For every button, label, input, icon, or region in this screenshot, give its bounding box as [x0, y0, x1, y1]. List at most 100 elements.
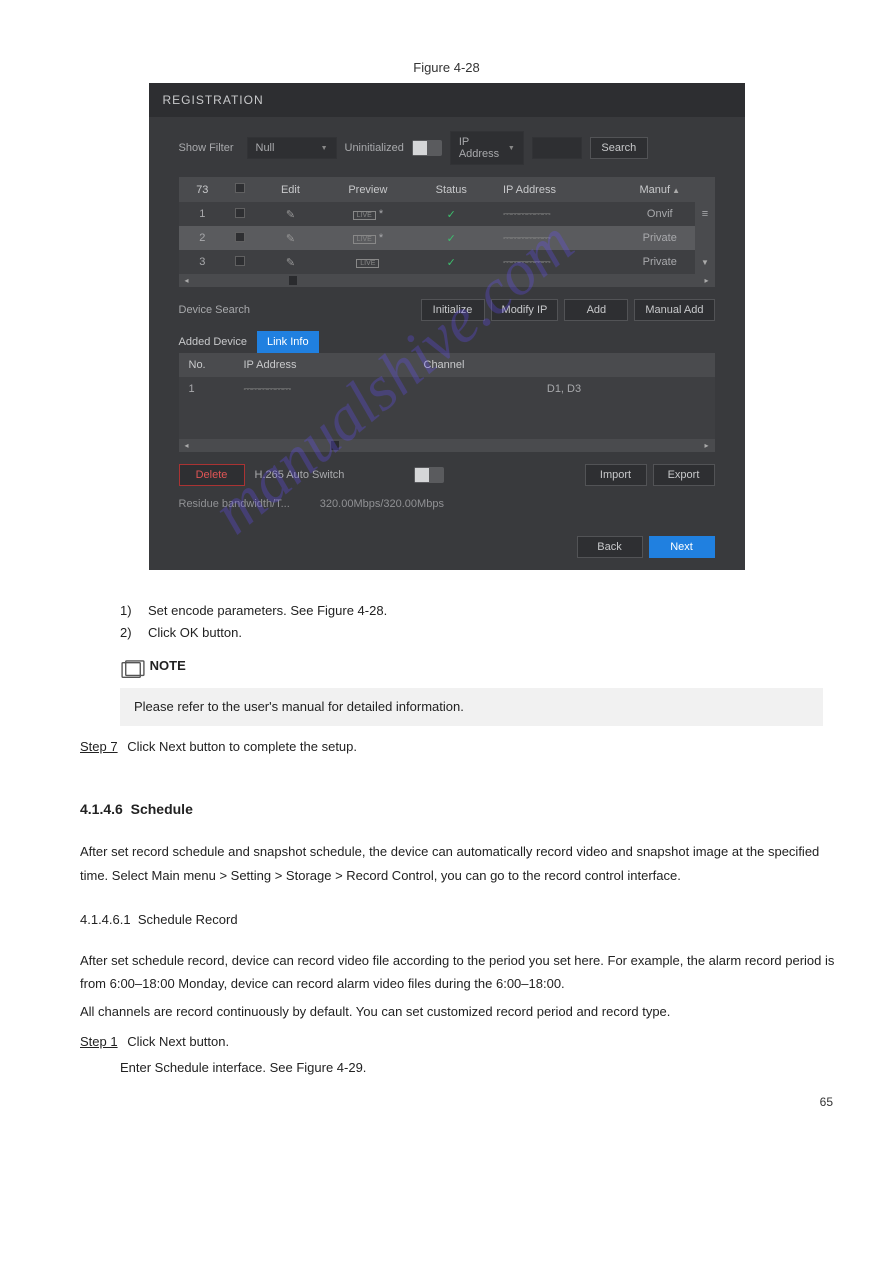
horizontal-scrollbar[interactable]: ◂ ▸	[179, 439, 715, 452]
horizontal-scrollbar[interactable]: ◂ ▸	[179, 274, 715, 287]
bottom-row: Delete H.265 Auto Switch Import Export	[179, 464, 715, 486]
next-button[interactable]: Next	[649, 536, 715, 558]
channel-value: D1, D3	[414, 377, 715, 401]
substep-num: 2)	[120, 622, 138, 644]
page-number: 65	[820, 1095, 833, 1109]
bandwidth-label: Residue bandwidth/T...	[179, 498, 290, 510]
tabs: Added Device Link Info	[179, 331, 715, 353]
export-button[interactable]: Export	[653, 464, 715, 486]
import-button[interactable]: Import	[585, 464, 647, 486]
scroll-hamburger-icon: ≡	[695, 202, 714, 226]
uninitialized-label: Uninitialized	[345, 142, 404, 154]
col-status: Status	[410, 177, 493, 202]
scroll-thumb[interactable]	[331, 441, 339, 450]
note-body: Please refer to the user's manual for de…	[120, 688, 823, 726]
scroll-thumb[interactable]	[289, 276, 297, 285]
manuf-value: Private	[624, 226, 695, 250]
tab-added-device[interactable]: Added Device	[179, 331, 258, 353]
device-table: 73 Edit Preview Status IP Address Manuf▲	[179, 177, 715, 287]
scroll-col-top	[695, 177, 714, 202]
uninitialized-toggle[interactable]	[412, 140, 442, 156]
no-value: 1	[179, 377, 234, 401]
modify-ip-button[interactable]: Modify IP	[491, 299, 559, 321]
chevron-down-icon: ▼	[321, 145, 328, 152]
star-icon: *	[379, 232, 383, 244]
search-input[interactable]	[532, 137, 582, 159]
live-badge: LIVE	[353, 211, 376, 220]
device-search-label[interactable]: Device Search	[179, 304, 251, 316]
table-row[interactable]: 3 ✎ LIVE ✓ ⎓⎓⎓⎓⎓⎓ Private ▼	[179, 250, 715, 274]
ip-value: ⎓⎓⎓⎓⎓⎓	[503, 231, 550, 244]
add-button[interactable]: Add	[564, 299, 628, 321]
edit-icon[interactable]: ✎	[286, 256, 295, 269]
registration-dialog: REGISTRATION Show Filter Null ▼ Uninitia…	[149, 83, 745, 570]
scroll-left-icon: ◂	[185, 441, 189, 450]
figure-caption: Figure 4-28	[50, 60, 843, 75]
search-button[interactable]: Search	[590, 137, 648, 159]
col-channel: Channel	[414, 353, 715, 377]
star-icon: *	[379, 208, 383, 220]
manual-add-button[interactable]: Manual Add	[634, 299, 714, 321]
step7-text: Click Next button to complete the setup.	[127, 739, 357, 754]
ip-value: ⎓⎓⎓⎓⎓⎓	[503, 207, 550, 220]
scroll-down-icon: ▼	[701, 258, 709, 267]
row-num: 2	[179, 226, 227, 250]
footer-row: Back Next	[149, 526, 745, 570]
edit-icon[interactable]: ✎	[286, 208, 295, 221]
row-num: 3	[179, 250, 227, 274]
table-row[interactable]: 1 ✎ LIVE * ✓ ⎓⎓⎓⎓⎓⎓ Onvif ≡	[179, 202, 715, 226]
scroll-right-icon: ▸	[704, 276, 708, 285]
doc-text: 1) Set encode parameters. See Figure 4-2…	[50, 600, 843, 1079]
filter-select[interactable]: Null ▼	[247, 137, 337, 159]
substep-text: Click OK button.	[148, 622, 242, 644]
substep-text: Set encode parameters. See Figure 4-28.	[148, 600, 387, 622]
col-edit: Edit	[255, 177, 326, 202]
ip-address-select-value: IP Address	[459, 136, 508, 160]
col-manuf: Manuf▲	[624, 177, 695, 202]
subsection-body2: All channels are record continuously by …	[80, 1000, 843, 1023]
action-row: Device Search Initialize Modify IP Add M…	[179, 299, 715, 321]
h265-label: H.265 Auto Switch	[255, 469, 345, 481]
checkbox-icon[interactable]	[235, 183, 245, 193]
col-ip: IP Address	[493, 177, 624, 202]
row-num: 1	[179, 202, 227, 226]
sort-caret-icon: ▲	[672, 186, 680, 195]
live-badge: LIVE	[353, 235, 376, 244]
check-icon: ✓	[447, 233, 456, 245]
subsection-heading: 4.1.4.6.1 Schedule Record	[80, 909, 843, 931]
checkbox-icon[interactable]	[235, 232, 245, 242]
edit-icon[interactable]: ✎	[286, 232, 295, 245]
checkbox-icon[interactable]	[235, 256, 245, 266]
scroll-right-icon: ▸	[704, 441, 708, 450]
sub-step1-body: Enter Schedule interface. See Figure 4-2…	[120, 1057, 843, 1079]
manuf-value: Onvif	[624, 202, 695, 226]
h265-toggle[interactable]	[414, 467, 444, 483]
bandwidth-row: Residue bandwidth/T... 320.00Mbps/320.00…	[179, 498, 715, 510]
note-icon	[120, 660, 146, 682]
check-icon: ✓	[447, 257, 456, 269]
table-row[interactable]: 2 ✎ LIVE * ✓ ⎓⎓⎓⎓⎓⎓ Private	[179, 226, 715, 250]
check-icon: ✓	[447, 209, 456, 221]
link-table: No. IP Address Channel 1 ⎓⎓⎓⎓⎓⎓ D1, D3	[179, 353, 715, 452]
note-label: NOTE	[150, 658, 186, 673]
show-filter-label: Show Filter	[179, 142, 239, 154]
scroll-left-icon: ◂	[185, 276, 189, 285]
back-button[interactable]: Back	[577, 536, 643, 558]
delete-button[interactable]: Delete	[179, 464, 245, 486]
chevron-down-icon: ▼	[508, 145, 515, 152]
col-no: No.	[179, 353, 234, 377]
subsection-body: After set schedule record, device can re…	[80, 949, 843, 996]
sub-step1-text: Click Next button.	[127, 1034, 229, 1049]
ip-value: ⎓⎓⎓⎓⎓⎓	[244, 382, 291, 395]
col-check	[226, 177, 255, 202]
initialize-button[interactable]: Initialize	[421, 299, 485, 321]
table-row[interactable]: 1 ⎓⎓⎓⎓⎓⎓ D1, D3	[179, 377, 715, 401]
ip-value: ⎓⎓⎓⎓⎓⎓	[503, 255, 550, 268]
tab-link-info[interactable]: Link Info	[257, 331, 319, 353]
dialog-title: REGISTRATION	[149, 83, 745, 117]
section-body: After set record schedule and snapshot s…	[80, 840, 843, 887]
ip-address-select[interactable]: IP Address ▼	[450, 131, 524, 165]
filter-row: Show Filter Null ▼ Uninitialized IP Addr…	[179, 131, 715, 165]
sub-step1-num: Step 1	[80, 1034, 118, 1049]
checkbox-icon[interactable]	[235, 208, 245, 218]
